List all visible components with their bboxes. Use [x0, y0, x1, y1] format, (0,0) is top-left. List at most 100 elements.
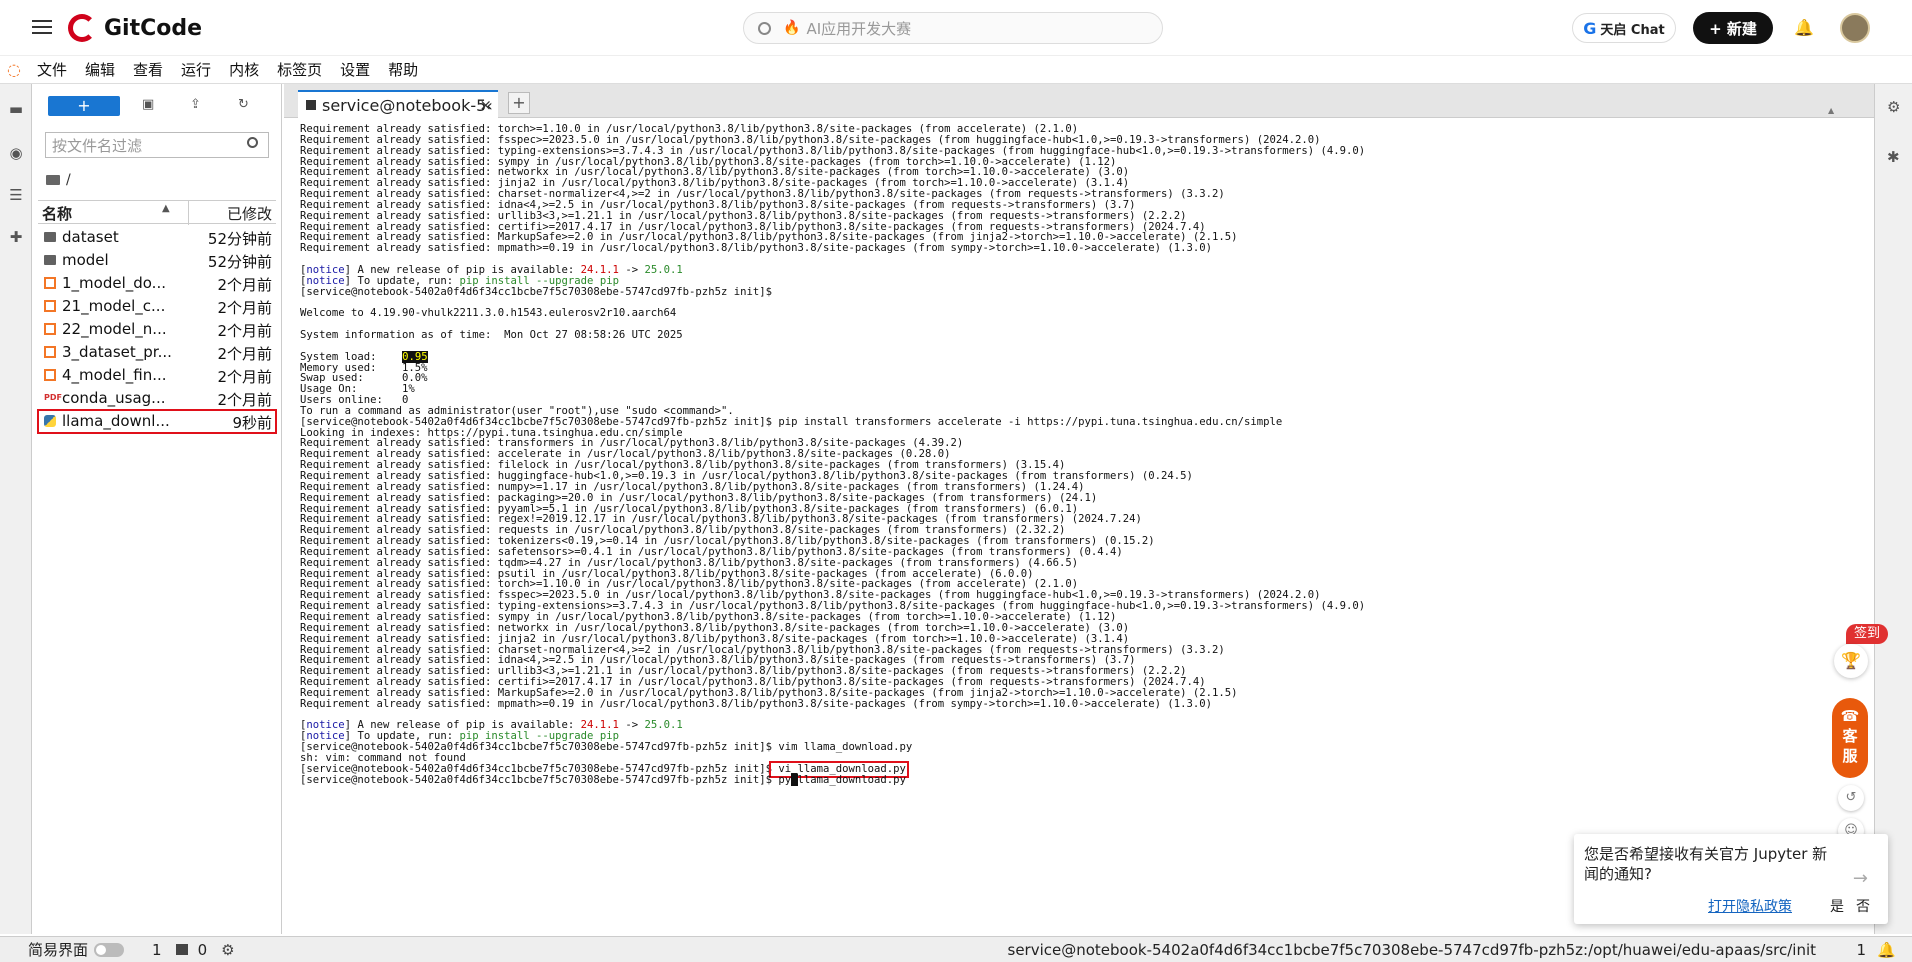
privacy-policy-link[interactable]: 打开隐私政策	[1708, 896, 1792, 916]
folder-icon	[44, 255, 56, 265]
folder-icon[interactable]: ▬	[7, 100, 25, 118]
column-modified[interactable]: 已修改	[227, 203, 272, 224]
avatar[interactable]	[1840, 13, 1870, 43]
debugger-icon[interactable]: ✱	[1887, 148, 1900, 166]
terminal-line: Requirement already satisfied: tqdm>=4.2…	[300, 556, 1079, 569]
tab-terminal[interactable]: service@notebook-5‹ ×	[298, 90, 498, 118]
folder-icon	[44, 232, 56, 242]
breadcrumb[interactable]: /	[46, 172, 71, 188]
refresh-icon[interactable]: ↻	[238, 97, 249, 112]
scroll-up-icon[interactable]: ▲	[1828, 106, 1844, 115]
simple-mode-label: 简易界面	[28, 941, 89, 959]
file-modified: 2个月前	[217, 368, 272, 386]
column-name[interactable]: 名称	[42, 203, 72, 224]
file-row-notebook[interactable]: 21_model_c... 2个月前	[38, 295, 276, 318]
menu-settings[interactable]: 设置	[331, 59, 379, 80]
terminal-line: Usage On: 1%	[300, 383, 415, 396]
pdf-icon: PDF	[44, 393, 62, 402]
bell-icon[interactable]: 🔔	[1877, 941, 1896, 959]
upload-icon[interactable]: ⇪	[190, 97, 201, 112]
terminal-path: service@notebook-5402a0f4d6f34cc1bcbe7f5…	[1007, 940, 1816, 959]
notebook-icon	[44, 277, 56, 289]
file-row-notebook[interactable]: 4_model_fin... 2个月前	[38, 364, 276, 387]
file-name: llama_downl...	[62, 412, 170, 430]
file-row-notebook[interactable]: 3_dataset_pr... 2个月前	[38, 341, 276, 364]
trophy-icon[interactable]: 🏆	[1834, 644, 1868, 678]
close-icon[interactable]: ×	[479, 96, 492, 114]
menu-file[interactable]: 文件	[28, 59, 76, 80]
terminal-line: Requirement already satisfied: jinja2 in…	[300, 632, 1130, 645]
notebook-icon	[44, 369, 56, 381]
menu-view[interactable]: 查看	[124, 59, 172, 80]
terminal-line: Swap used: 0.0%	[300, 372, 428, 385]
tianqi-chat-button[interactable]: G 天启 Chat	[1572, 13, 1676, 43]
running-icon[interactable]: ◉	[7, 144, 25, 162]
no-button[interactable]: 否	[1856, 896, 1870, 916]
file-modified: 52分钟前	[207, 253, 272, 271]
gitcode-logo-icon	[68, 14, 96, 42]
file-modified: 2个月前	[217, 345, 272, 363]
file-name: 1_model_do...	[62, 274, 166, 292]
terminal-count: 0	[197, 940, 208, 959]
history-icon[interactable]: ↺	[1838, 785, 1864, 811]
terminal-block-2: Requirement already satisfied: transform…	[300, 438, 1858, 709]
property-inspector-icon[interactable]: ⚙	[1887, 98, 1900, 116]
menu-icon[interactable]	[32, 16, 52, 36]
customer-service-button[interactable]: ☎ 客 服	[1832, 698, 1868, 778]
file-row-python[interactable]: llama_downl... 9秒前	[37, 409, 277, 434]
menu-tabs[interactable]: 标签页	[268, 59, 331, 80]
file-row-dataset[interactable]: dataset 52分钟前	[38, 226, 276, 249]
filter-input[interactable]: 按文件名过滤	[45, 132, 269, 158]
terminal-line: [service@notebook-5402a0f4d6f34cc1bcbe7f…	[300, 773, 906, 786]
arrow-right-icon[interactable]: →	[1853, 868, 1868, 889]
terminal-line: System information as of time: Mon Oct 2…	[300, 329, 683, 342]
menu-edit[interactable]: 编辑	[76, 59, 124, 80]
new-tab-button[interactable]: +	[508, 92, 530, 114]
toc-icon[interactable]: ☰	[7, 186, 25, 204]
left-sidebar-rail: ▬ ◉ ☰ ✚	[0, 84, 32, 934]
sign-in-badge[interactable]: 签到	[1846, 624, 1888, 644]
file-modified: 2个月前	[217, 322, 272, 340]
new-button[interactable]: + 新建	[1693, 12, 1773, 44]
menu-run[interactable]: 运行	[172, 59, 220, 80]
terminal-line: Welcome to 4.19.90-vhulk2211.3.0.h1543.e…	[300, 307, 677, 320]
file-row-pdf[interactable]: PDF conda_usag... 2个月前	[38, 387, 276, 410]
gitcode-logo[interactable]: GitCode	[68, 12, 202, 44]
terminal-icon	[306, 100, 316, 110]
python-icon	[44, 415, 56, 427]
simple-mode-toggle[interactable]	[94, 942, 125, 957]
main-area: service@notebook-5‹ × + Requirement alre…	[284, 84, 1874, 934]
file-list-header: 名称 ▲ 已修改	[38, 200, 276, 225]
file-name: 3_dataset_pr...	[62, 343, 172, 361]
menu-help[interactable]: 帮助	[379, 59, 427, 80]
file-modified: 9秒前	[232, 414, 272, 432]
bell-icon[interactable]: 🔔	[1794, 18, 1814, 37]
search-placeholder: AI应用开发大赛	[806, 19, 912, 38]
new-launcher-button[interactable]: +	[48, 96, 120, 116]
extension-icon[interactable]: ✚	[7, 228, 25, 246]
file-name: 21_model_c...	[62, 297, 166, 315]
file-name: dataset	[62, 228, 119, 246]
file-browser-toolbar: + ▣ ⇪ ↻	[32, 84, 281, 128]
terminal-line: Requirement already satisfied: mpmath>=0…	[300, 242, 1213, 255]
sort-asc-icon: ▲	[162, 203, 170, 214]
file-row-model[interactable]: model 52分钟前	[38, 249, 276, 272]
file-row-notebook[interactable]: 1_model_do... 2个月前	[38, 272, 276, 295]
tab-label: service@notebook-5‹	[322, 95, 493, 115]
file-row-notebook[interactable]: 22_model_n... 2个月前	[38, 318, 276, 341]
notification-message: 您是否希望接收有关官方 Jupyter 新闻的通知?	[1584, 845, 1828, 883]
terminal-line: System load: 0.95	[300, 350, 428, 363]
notebook-icon	[44, 346, 56, 358]
folder-icon	[46, 175, 60, 185]
file-list: dataset 52分钟前 model 52分钟前 1_model_do... …	[37, 226, 277, 434]
menu-kernel[interactable]: 内核	[220, 59, 268, 80]
file-modified: 2个月前	[217, 276, 272, 294]
search-input[interactable]: 🔥 AI应用开发大赛	[743, 12, 1163, 44]
new-folder-icon[interactable]: ▣	[142, 97, 154, 112]
file-browser: + ▣ ⇪ ↻ 按文件名过滤 / 名称 ▲ 已修改 dataset 52分钟前 …	[32, 84, 282, 934]
terminal-line: [service@notebook-5402a0f4d6f34cc1bcbe7f…	[300, 285, 772, 298]
file-name: conda_usag...	[62, 389, 166, 407]
yes-button[interactable]: 是	[1830, 896, 1844, 916]
gear-icon[interactable]: ⚙	[221, 941, 234, 959]
terminal-output[interactable]: Requirement already satisfied: torch>=1.…	[298, 124, 1858, 924]
